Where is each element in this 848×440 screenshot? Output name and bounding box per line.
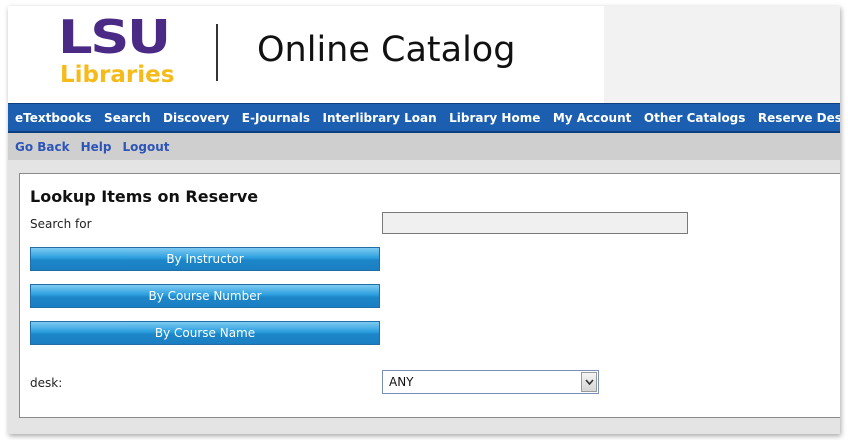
by-instructor-button[interactable]: By Instructor [30, 247, 380, 271]
logo-lsu-text: LSU [58, 10, 171, 64]
by-course-name-button[interactable]: By Course Name [30, 321, 380, 345]
nav-my-account[interactable]: My Account [553, 111, 632, 125]
help-link[interactable]: Help [81, 140, 112, 154]
nav-search[interactable]: Search [104, 111, 150, 125]
page-title: Online Catalog [257, 30, 516, 70]
header-background-panel [604, 6, 840, 103]
catalog-window: LSU Libraries Online Catalog eTextbooks … [8, 6, 840, 434]
nav-interlibrary-loan[interactable]: Interlibrary Loan [323, 111, 437, 125]
nav-library-home[interactable]: Library Home [449, 111, 540, 125]
search-input[interactable] [382, 212, 688, 234]
site-header: LSU Libraries Online Catalog [8, 6, 840, 103]
nav-discovery[interactable]: Discovery [163, 111, 229, 125]
nav-etextbooks[interactable]: eTextbooks [15, 111, 92, 125]
search-for-label: Search for [30, 217, 92, 231]
main-navigation: eTextbooks Search Discovery E-Journals I… [8, 103, 840, 133]
go-back-link[interactable]: Go Back [15, 140, 70, 154]
chevron-down-icon[interactable] [581, 372, 597, 392]
reserve-lookup-form: Lookup Items on Reserve Search for By In… [19, 173, 840, 418]
form-title: Lookup Items on Reserve [30, 187, 259, 206]
by-course-number-button[interactable]: By Course Number [30, 284, 380, 308]
desk-select[interactable]: ANY [382, 370, 599, 394]
logout-link[interactable]: Logout [123, 140, 170, 154]
logo-libraries-text: Libraries [60, 62, 175, 88]
desk-label: desk: [30, 376, 63, 390]
secondary-navigation: Go Back Help Logout [8, 133, 840, 160]
nav-other-catalogs[interactable]: Other Catalogs [644, 111, 746, 125]
lsu-libraries-logo[interactable]: LSU Libraries [58, 14, 180, 88]
nav-reserve-desk[interactable]: Reserve Desk [758, 111, 840, 125]
desk-select-value: ANY [389, 375, 414, 389]
nav-e-journals[interactable]: E-Journals [242, 111, 310, 125]
header-divider [216, 24, 218, 81]
